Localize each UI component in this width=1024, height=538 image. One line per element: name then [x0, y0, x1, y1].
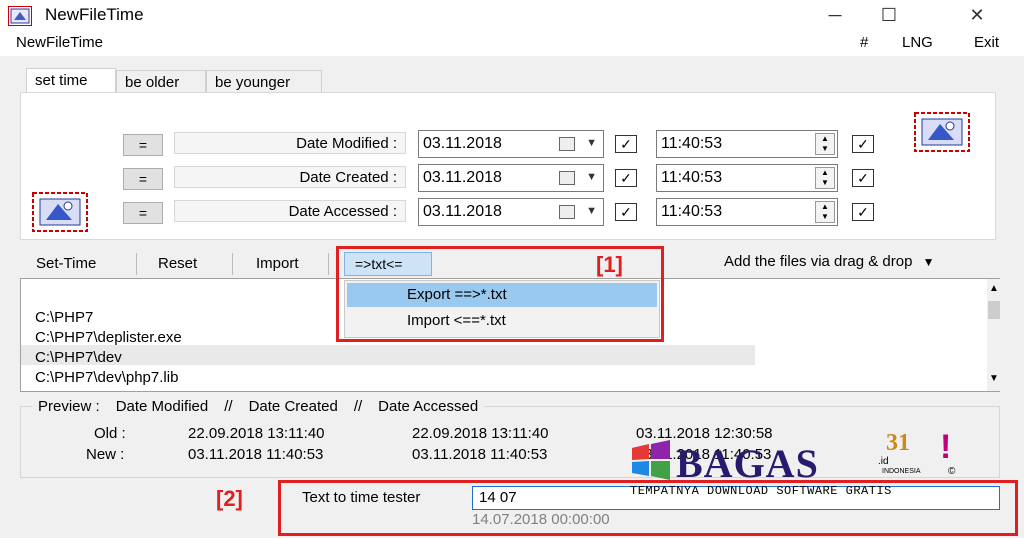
spinner-icon[interactable]: ▲ ▼	[815, 133, 835, 155]
toolbar-separator	[232, 253, 233, 275]
window-title: NewFileTime	[45, 5, 144, 24]
menu-language[interactable]: LNG	[902, 34, 933, 51]
time-created-value: 11:40:53	[661, 169, 723, 186]
time-modified-value: 11:40:53	[661, 135, 723, 152]
date-created-checkbox[interactable]: ✓	[615, 169, 637, 187]
chevron-down-icon: ▼	[586, 171, 597, 183]
toolbar-separator	[328, 253, 329, 275]
date-created-label: Date Created :	[174, 166, 406, 188]
tester-label: Text to time tester	[302, 489, 421, 506]
menu-bar: NewFileTime # LNG Exit	[0, 30, 1024, 56]
app-logo-icon[interactable]	[914, 112, 970, 152]
date-accessed-label: Date Accessed :	[174, 200, 406, 222]
preview-col-accessed: Date Accessed	[378, 398, 479, 415]
equal-modified-button[interactable]: =	[123, 134, 163, 156]
toolbar-separator	[136, 253, 137, 275]
app-logo-icon	[32, 192, 88, 232]
time-accessed-field[interactable]: 11:40:53 ▲ ▼	[656, 198, 838, 226]
menu-hash[interactable]: #	[860, 34, 868, 51]
old-label: Old :	[94, 425, 126, 442]
chevron-down-icon: ▼	[922, 255, 935, 269]
annotation-label-2: [2]	[216, 486, 243, 511]
calendar-icon	[559, 205, 575, 219]
new-modified: 03.11.2018 11:40:53	[188, 446, 324, 463]
time-accessed-checkbox[interactable]: ✓	[852, 203, 874, 221]
equal-accessed-button[interactable]: =	[123, 202, 163, 224]
date-accessed-value: 03.11.2018	[423, 203, 502, 220]
date-created-value: 03.11.2018	[423, 169, 502, 186]
import-button[interactable]: Import	[256, 255, 299, 272]
chevron-up-icon[interactable]: ▲	[987, 283, 1001, 294]
app-icon	[8, 6, 32, 26]
watermark: BAGAS 31 ! .id INDONESIA © TEMPATNYA DOW…	[630, 428, 960, 500]
date-accessed-picker[interactable]: 03.11.2018 ▼	[418, 198, 604, 226]
old-modified: 22.09.2018 13:11:40	[188, 425, 325, 442]
preview-col-created: Date Created	[248, 398, 338, 415]
set-time-button[interactable]: Set-Time	[36, 255, 96, 272]
brand-number: 31	[886, 430, 910, 456]
date-accessed-checkbox[interactable]: ✓	[615, 203, 637, 221]
brand-country: INDONESIA	[882, 468, 921, 475]
time-created-field[interactable]: 11:40:53 ▲ ▼	[656, 164, 838, 192]
close-icon: ✕	[969, 4, 985, 25]
menu-exit[interactable]: Exit	[974, 34, 999, 51]
brand-tld: .id	[878, 456, 889, 467]
calendar-icon	[559, 137, 575, 151]
old-created: 22.09.2018 13:11:40	[412, 425, 549, 442]
date-modified-picker[interactable]: 03.11.2018 ▼	[418, 130, 604, 158]
tab-set-time[interactable]: set time	[26, 68, 116, 94]
tab-be-younger[interactable]: be younger	[206, 70, 322, 94]
list-item[interactable]: C:\PHP7\dev	[35, 349, 122, 366]
preview-col-modified: Date Modified	[115, 398, 209, 415]
reset-button[interactable]: Reset	[158, 255, 197, 272]
chevron-down-icon: ▼	[586, 205, 597, 217]
date-modified-checkbox[interactable]: ✓	[615, 135, 637, 153]
date-created-picker[interactable]: 03.11.2018 ▼	[418, 164, 604, 192]
maximize-button[interactable]: ☐	[866, 2, 912, 28]
time-modified-field[interactable]: 11:40:53 ▲ ▼	[656, 130, 838, 158]
copyright-icon: ©	[948, 466, 956, 477]
equal-created-button[interactable]: =	[123, 168, 163, 190]
selected-row-highlight	[21, 345, 755, 365]
new-created: 03.11.2018 11:40:53	[412, 446, 548, 463]
drag-drop-label: Add the files via drag & drop	[724, 253, 913, 270]
list-item[interactable]: C:\PHP7\dev\php7.lib	[35, 369, 178, 386]
brand-tagline: TEMPATNYA DOWNLOAD SOFTWARE GRATIS	[630, 484, 892, 498]
date-modified-value: 03.11.2018	[423, 135, 502, 152]
vertical-scrollbar[interactable]: ▲ ▼	[987, 279, 1001, 391]
scrollbar-thumb[interactable]	[988, 301, 1000, 319]
brand-name: BAGAS	[676, 441, 819, 486]
maximize-icon: ☐	[880, 4, 898, 25]
annotation-label-1: [1]	[596, 252, 623, 277]
time-created-checkbox[interactable]: ✓	[852, 169, 874, 187]
preview-header: Preview : Date Modified // Date Created …	[32, 398, 485, 415]
exclamation-icon: !	[940, 428, 952, 466]
chevron-down-icon: ▼	[586, 137, 597, 149]
tester-result: 14.07.2018 00:00:00	[472, 511, 610, 528]
list-item[interactable]: C:\PHP7	[35, 309, 93, 326]
minimize-button[interactable]: ─	[812, 2, 858, 28]
minimize-icon: ─	[828, 4, 842, 25]
list-item[interactable]: C:\PHP7\deplister.exe	[35, 329, 182, 346]
menu-app[interactable]: NewFileTime	[16, 34, 103, 51]
preview-sep: //	[224, 398, 233, 415]
preview-sep: //	[353, 398, 363, 415]
tab-be-older[interactable]: be older	[116, 70, 206, 94]
drag-drop-menu[interactable]: Add the files via drag & drop ▼	[724, 253, 935, 270]
spinner-icon[interactable]: ▲ ▼	[815, 167, 835, 189]
time-modified-checkbox[interactable]: ✓	[852, 135, 874, 153]
spinner-icon[interactable]: ▲ ▼	[815, 201, 835, 223]
date-modified-label: Date Modified :	[174, 132, 406, 154]
windows-logo-icon	[632, 440, 670, 480]
time-accessed-value: 11:40:53	[661, 203, 723, 220]
new-label: New :	[86, 446, 125, 463]
chevron-down-icon[interactable]: ▼	[987, 373, 1001, 384]
close-button[interactable]: ✕	[954, 2, 1000, 28]
title-bar: NewFileTime ─ ☐ ✕	[0, 0, 1024, 30]
preview-label: Preview :	[38, 398, 100, 415]
calendar-icon	[559, 171, 575, 185]
